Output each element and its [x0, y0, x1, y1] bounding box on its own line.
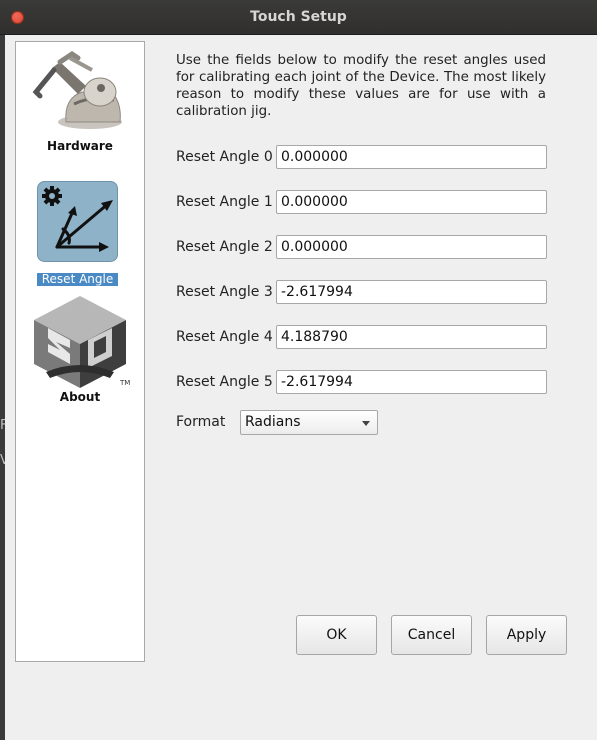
reset-angle-icon	[37, 181, 118, 262]
window-title: Touch Setup	[250, 9, 347, 25]
cancel-button[interactable]: Cancel	[391, 615, 472, 655]
sidebar-item-reset-angle[interactable]: Reset Angle	[16, 180, 144, 288]
sidebar-item-label: Hardware	[47, 139, 113, 153]
reset-angle-3-label: Reset Angle 3	[176, 284, 273, 300]
reset-angle-0-label: Reset Angle 0	[176, 149, 273, 165]
format-label: Format	[176, 414, 226, 430]
reset-angle-1-label: Reset Angle 1	[176, 194, 273, 210]
title-bar: Touch Setup	[0, 0, 597, 35]
sidebar-item-label: Reset Angle	[37, 273, 118, 286]
sidebar-item-about[interactable]: TM About	[16, 290, 144, 410]
trademark-mark: TM	[120, 379, 131, 387]
haptic-device-icon	[32, 50, 122, 129]
chevron-down-icon	[362, 421, 370, 426]
reset-angle-5-input[interactable]: -2.617994	[276, 370, 547, 394]
reset-angle-3-input[interactable]: -2.617994	[276, 280, 547, 304]
sidebar: Hardware Reset Angle TM About	[15, 41, 145, 662]
format-select[interactable]: Radians	[240, 410, 378, 435]
reset-angle-2-label: Reset Angle 2	[176, 239, 273, 255]
reset-angle-1-input[interactable]: 0.000000	[276, 190, 547, 214]
reset-angle-4-label: Reset Angle 4	[176, 329, 273, 345]
ok-button[interactable]: OK	[296, 615, 377, 655]
intro-text: Use the fields below to modify the reset…	[176, 53, 546, 119]
reset-angle-2-input[interactable]: 0.000000	[276, 235, 547, 259]
reset-angle-4-input[interactable]: 4.188790	[276, 325, 547, 349]
format-select-value: Radians	[245, 414, 301, 430]
3d-systems-logo-icon	[34, 296, 126, 388]
reset-angle-5-label: Reset Angle 5	[176, 374, 273, 390]
apply-button[interactable]: Apply	[486, 615, 567, 655]
sidebar-item-label: About	[59, 390, 101, 404]
sidebar-item-hardware[interactable]: Hardware	[16, 42, 144, 154]
reset-angle-0-input[interactable]: 0.000000	[276, 145, 547, 169]
